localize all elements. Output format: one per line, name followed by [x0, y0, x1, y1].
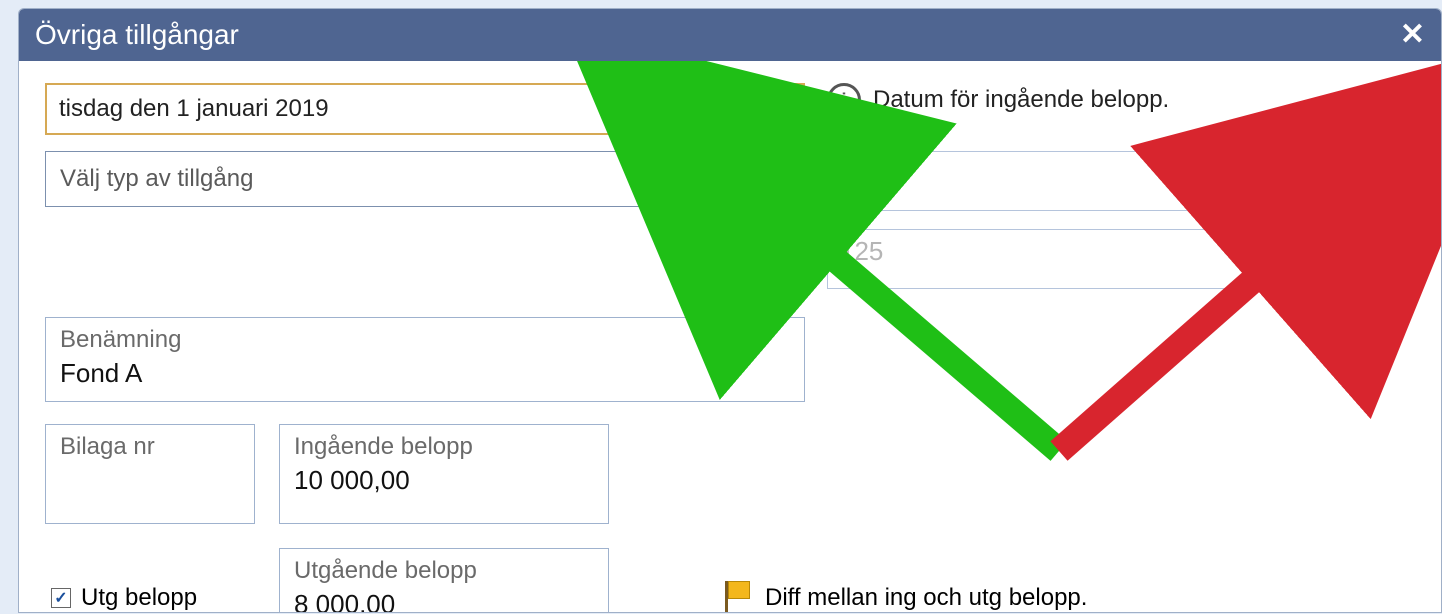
ingaende-field[interactable]: Ingående belopp 10 000,00: [279, 424, 609, 524]
asset-type-dropdown[interactable]: Välj typ av tillgång: [45, 151, 805, 207]
info-icon: i: [827, 83, 861, 117]
side-input-2[interactable]: 125: [827, 229, 1317, 289]
date-input[interactable]: tisdag den 1 januari 2019 12: [45, 83, 805, 135]
utgaende-field[interactable]: Utgående belopp 8 000,00: [279, 548, 609, 613]
benamning-field[interactable]: Benämning Fond A: [45, 317, 805, 402]
utgaende-value: 8 000,00: [294, 589, 594, 613]
diff-text: Diff mellan ing och utg belopp.: [765, 584, 1087, 612]
dropdown-placeholder: Välj typ av tillgång: [60, 165, 253, 193]
utgaende-label: Utgående belopp: [294, 557, 594, 585]
benamning-value: Fond A: [60, 358, 790, 389]
error-icon: ✕: [1323, 167, 1349, 193]
close-icon[interactable]: ✕: [1400, 20, 1425, 50]
side-input-1[interactable]: [827, 151, 1317, 211]
flag-icon: [723, 581, 751, 613]
calendar-icon[interactable]: 12: [763, 95, 791, 123]
utg-belopp-checkbox-row: ✓ Utg belopp: [45, 584, 255, 612]
window-title: Övriga tillgångar: [35, 19, 239, 51]
info-row: i Datum för ingående belopp.: [827, 83, 1169, 117]
chevron-down-icon: [774, 174, 790, 184]
bilaga-label: Bilaga nr: [60, 433, 240, 461]
diff-warning-row: Diff mellan ing och utg belopp.: [723, 581, 1087, 613]
info-text: Datum för ingående belopp.: [873, 86, 1169, 114]
ingaende-label: Ingående belopp: [294, 433, 594, 461]
side-input-2-placeholder: 125: [840, 236, 883, 266]
svg-text:12: 12: [774, 109, 784, 119]
benamning-label: Benämning: [60, 326, 790, 354]
utg-belopp-checkbox[interactable]: ✓: [51, 588, 71, 608]
date-value: tisdag den 1 januari 2019: [59, 95, 329, 123]
dialog-content: tisdag den 1 januari 2019 12 i Datum för…: [19, 61, 1441, 612]
dialog-window: Övriga tillgångar ✕ tisdag den 1 januari…: [18, 8, 1442, 613]
utg-belopp-label: Utg belopp: [81, 584, 197, 612]
ingaende-value: 10 000,00: [294, 465, 594, 496]
titlebar: Övriga tillgångar ✕: [19, 9, 1441, 61]
bilaga-field[interactable]: Bilaga nr: [45, 424, 255, 524]
